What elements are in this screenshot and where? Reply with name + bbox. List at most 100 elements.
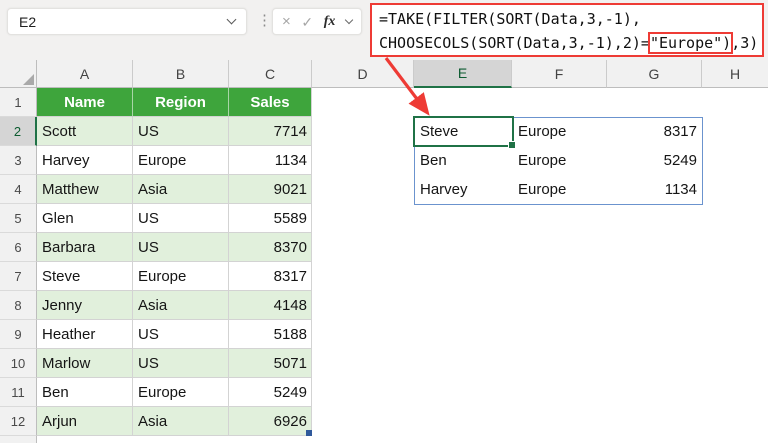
cell-b11[interactable]: Europe: [133, 378, 229, 407]
empty-cells[interactable]: [312, 204, 768, 233]
col-header-c[interactable]: C: [229, 60, 312, 88]
europe-annotation-box: "Europe"): [647, 32, 734, 54]
cell-e3[interactable]: Ben: [414, 146, 512, 175]
cell-a12[interactable]: Arjun: [37, 407, 133, 436]
row-header-6[interactable]: 6: [0, 233, 37, 262]
row-header-10[interactable]: 10: [0, 349, 37, 378]
cell-a11[interactable]: Ben: [37, 378, 133, 407]
cell-b5[interactable]: US: [133, 204, 229, 233]
cell-b8[interactable]: Asia: [133, 291, 229, 320]
empty-cells[interactable]: [312, 291, 768, 320]
sheet-row-9: 9 Heather US 5188: [0, 320, 768, 349]
cell-c12[interactable]: 6926: [229, 407, 312, 436]
empty-cells[interactable]: [312, 88, 768, 117]
cell-h4[interactable]: [702, 175, 768, 204]
empty-cells[interactable]: [312, 378, 768, 407]
cell-c5[interactable]: 5589: [229, 204, 312, 233]
row-header-5[interactable]: 5: [0, 204, 37, 233]
select-all-corner[interactable]: [0, 60, 37, 88]
row-header-1[interactable]: 1: [0, 88, 37, 117]
cell-f3[interactable]: Europe: [512, 146, 607, 175]
cell-f4[interactable]: Europe: [512, 175, 607, 204]
col-header-b[interactable]: B: [133, 60, 229, 88]
cell-d3[interactable]: [312, 146, 414, 175]
cell-f2[interactable]: Europe: [512, 117, 607, 146]
name-box[interactable]: E2: [7, 8, 247, 35]
cell-c8[interactable]: 4148: [229, 291, 312, 320]
cell-b4[interactable]: Asia: [133, 175, 229, 204]
row-header-9[interactable]: 9: [0, 320, 37, 349]
row-header-11[interactable]: 11: [0, 378, 37, 407]
cell-a7[interactable]: Steve: [37, 262, 133, 291]
empty-cells[interactable]: [37, 436, 768, 443]
name-box-value: E2: [19, 13, 37, 30]
empty-cells[interactable]: [312, 407, 768, 436]
cell-b10[interactable]: US: [133, 349, 229, 378]
col-header-f[interactable]: F: [512, 60, 607, 88]
row-header-7[interactable]: 7: [0, 262, 37, 291]
cell-h3[interactable]: [702, 146, 768, 175]
cell-b9[interactable]: US: [133, 320, 229, 349]
cancel-icon[interactable]: ×: [282, 14, 291, 29]
row-header-12[interactable]: 12: [0, 407, 37, 436]
col-header-a[interactable]: A: [37, 60, 133, 88]
row-header-8[interactable]: 8: [0, 291, 37, 320]
cell-a2[interactable]: Scott: [37, 117, 133, 146]
select-all-triangle-icon: [23, 74, 34, 85]
cell-a8[interactable]: Jenny: [37, 291, 133, 320]
worksheet: A B C D E F G H 1 Name Region Sales 2 Sc…: [0, 60, 768, 443]
cell-d2[interactable]: [312, 117, 414, 146]
cell-b1[interactable]: Region: [133, 88, 229, 117]
more-options-icon[interactable]: ⋮: [257, 13, 272, 28]
sheet-row-4: 4 Matthew Asia 9021 Harvey Europe 1134: [0, 175, 768, 204]
cell-a5[interactable]: Glen: [37, 204, 133, 233]
col-header-e-selected[interactable]: E: [414, 60, 512, 88]
cell-a6[interactable]: Barbara: [37, 233, 133, 262]
table-resize-handle[interactable]: [306, 430, 312, 436]
enter-icon[interactable]: ✓: [301, 15, 313, 29]
cell-b3[interactable]: Europe: [133, 146, 229, 175]
cell-e4[interactable]: Harvey: [414, 175, 512, 204]
empty-cells[interactable]: [312, 262, 768, 291]
formula-bar-expand-icon[interactable]: [344, 15, 354, 24]
cell-g3[interactable]: 5249: [607, 146, 702, 175]
cell-d4[interactable]: [312, 175, 414, 204]
row-header-4[interactable]: 4: [0, 175, 37, 204]
col-header-h[interactable]: H: [702, 60, 768, 88]
cell-g2[interactable]: 8317: [607, 117, 702, 146]
row-header-2-selected[interactable]: 2: [0, 117, 37, 146]
cell-c9[interactable]: 5188: [229, 320, 312, 349]
formula-toolbar: E2 ⋮ × ✓ fx =TAKE(FILTER(SORT(Data,3,-1)…: [0, 0, 768, 60]
cell-a4[interactable]: Matthew: [37, 175, 133, 204]
cell-b6[interactable]: US: [133, 233, 229, 262]
row-header-13[interactable]: [0, 436, 37, 443]
col-header-d[interactable]: D: [312, 60, 414, 88]
cell-b12[interactable]: Asia: [133, 407, 229, 436]
cell-a9[interactable]: Heather: [37, 320, 133, 349]
cell-b7[interactable]: Europe: [133, 262, 229, 291]
cell-c2[interactable]: 7714: [229, 117, 312, 146]
formula-line-2: CHOOSECOLS(SORT(Data,3,-1),2)="Europe"),…: [379, 32, 759, 54]
cell-c4[interactable]: 9021: [229, 175, 312, 204]
cell-h2[interactable]: [702, 117, 768, 146]
cell-e2-active[interactable]: Steve: [414, 117, 512, 146]
cell-c11[interactable]: 5249: [229, 378, 312, 407]
cell-a3[interactable]: Harvey: [37, 146, 133, 175]
cell-a1[interactable]: Name: [37, 88, 133, 117]
cell-c10[interactable]: 5071: [229, 349, 312, 378]
formula-bar-input[interactable]: =TAKE(FILTER(SORT(Data,3,-1), CHOOSECOLS…: [370, 3, 764, 57]
empty-cells[interactable]: [312, 233, 768, 262]
cell-c1[interactable]: Sales: [229, 88, 312, 117]
chevron-down-icon[interactable]: [226, 14, 237, 25]
cell-a10[interactable]: Marlow: [37, 349, 133, 378]
cell-g4[interactable]: 1134: [607, 175, 702, 204]
row-header-3[interactable]: 3: [0, 146, 37, 175]
col-header-g[interactable]: G: [607, 60, 702, 88]
cell-c7[interactable]: 8317: [229, 262, 312, 291]
cell-b2[interactable]: US: [133, 117, 229, 146]
cell-c3[interactable]: 1134: [229, 146, 312, 175]
empty-cells[interactable]: [312, 320, 768, 349]
insert-function-icon[interactable]: fx: [324, 14, 336, 30]
cell-c6[interactable]: 8370: [229, 233, 312, 262]
empty-cells[interactable]: [312, 349, 768, 378]
